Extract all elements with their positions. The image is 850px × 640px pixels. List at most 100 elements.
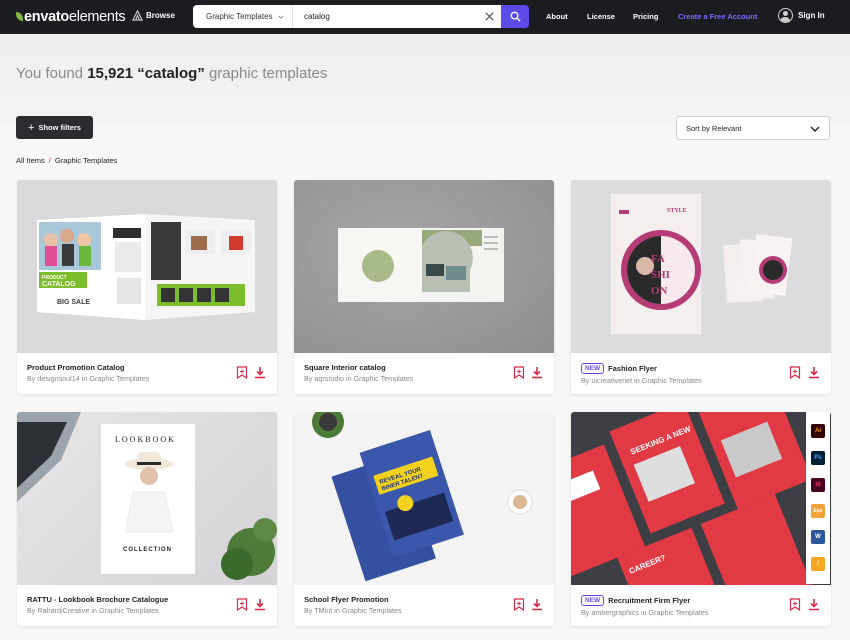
- card-author: By uicreativenet in Graphic Templates: [581, 376, 702, 385]
- bookmark-icon[interactable]: [789, 598, 801, 611]
- results-query: “catalog”: [137, 65, 205, 82]
- download-icon[interactable]: [254, 366, 266, 379]
- author-link[interactable]: aqrstudio: [314, 374, 344, 383]
- chevron-down-icon: [278, 15, 284, 19]
- user-icon: [778, 8, 793, 23]
- thumb-text-collection: COLLECTION: [123, 547, 172, 553]
- card-author: By RahardiCreative in Graphic Templates: [27, 606, 159, 615]
- thumb-text-fashion: FA: [651, 253, 665, 265]
- search-category-select[interactable]: Graphic Templates: [193, 5, 293, 28]
- breadcrumb-graphic-templates[interactable]: Graphic Templates: [55, 156, 117, 165]
- bookmark-icon[interactable]: [789, 366, 801, 379]
- leaf-icon: [16, 12, 23, 21]
- template-card: PRODUCT CATALOG BIG SALE Product Promoti…: [17, 180, 277, 394]
- author-link[interactable]: TMint: [314, 606, 332, 615]
- template-card: LOOKBOOK COLLECTION RATTU - Lookbook Bro…: [17, 412, 277, 626]
- new-badge: NEW: [581, 595, 605, 606]
- results-suffix: graphic templates: [208, 65, 328, 82]
- thumb-text-style: STYLE: [667, 208, 687, 214]
- svg-text:ON: ON: [651, 285, 668, 297]
- nav-about-link[interactable]: About: [546, 12, 568, 21]
- category-link[interactable]: Graphic Templates: [642, 376, 702, 385]
- thumbnail-school-flyer[interactable]: REVEAL YOUR INNER TALENT: [294, 412, 554, 585]
- category-link[interactable]: Graphic Templates: [354, 374, 414, 383]
- top-navbar: envatoelements Browse Graphic Templates …: [0, 0, 850, 34]
- sort-select[interactable]: Sort by Relevant: [676, 116, 830, 140]
- envato-elements-logo[interactable]: envatoelements: [16, 9, 126, 25]
- create-account-link[interactable]: Create a Free Account: [678, 12, 757, 21]
- pages-icon: /: [811, 557, 825, 571]
- results-prefix: You found: [16, 65, 84, 82]
- card-author: By aqrstudio in Graphic Templates: [304, 374, 414, 383]
- template-card: Square Interior catalog By aqrstudio in …: [294, 180, 554, 394]
- category-link[interactable]: Graphic Templates: [342, 606, 402, 615]
- author-link[interactable]: ambergraphics: [591, 608, 639, 617]
- card-author: By designsoul14 in Graphic Templates: [27, 374, 150, 383]
- thumbnail-recruitment-flyer[interactable]: SEEKING A NEW CAREER?: [571, 412, 831, 585]
- bookmark-icon[interactable]: [513, 366, 525, 379]
- download-icon[interactable]: [531, 598, 543, 611]
- card-title[interactable]: School Flyer Promotion: [304, 595, 389, 604]
- sign-in-button[interactable]: Sign In: [778, 8, 825, 23]
- breadcrumb-all-items[interactable]: All Items: [16, 156, 45, 165]
- app-compatibility-strip: Ai Ps Id Eps W /: [806, 412, 830, 584]
- show-filters-label: Show filters: [38, 123, 81, 132]
- bookmark-icon[interactable]: [236, 366, 248, 379]
- results-count: 15,921: [87, 65, 134, 82]
- browse-label: Browse: [146, 11, 175, 20]
- category-link[interactable]: Graphic Templates: [89, 374, 149, 383]
- bookmark-icon[interactable]: [513, 598, 525, 611]
- new-badge: NEW: [581, 363, 605, 374]
- nav-pricing-link[interactable]: Pricing: [633, 12, 658, 21]
- card-author: By ambergraphics in Graphic Templates: [581, 608, 709, 617]
- download-icon[interactable]: [808, 366, 820, 379]
- category-link[interactable]: Graphic Templates: [649, 608, 709, 617]
- photoshop-icon: Ps: [811, 451, 825, 465]
- breadcrumb: All Items / Graphic Templates: [16, 156, 117, 165]
- show-filters-button[interactable]: + Show filters: [16, 116, 93, 139]
- thumbnail-lookbook-brochure[interactable]: LOOKBOOK COLLECTION: [17, 412, 277, 585]
- eps-icon: Eps: [811, 504, 825, 518]
- thumb-text-catalog: CATALOG: [42, 281, 76, 288]
- card-title[interactable]: Product Promotion Catalog: [27, 363, 125, 372]
- card-title[interactable]: RATTU - Lookbook Brochure Catalogue: [27, 595, 168, 604]
- category-link[interactable]: Graphic Templates: [99, 606, 159, 615]
- sort-label: Sort by Relevant: [686, 123, 742, 133]
- card-author: By TMint in Graphic Templates: [304, 606, 402, 615]
- illustrator-icon: Ai: [811, 424, 825, 438]
- bookmark-icon[interactable]: [236, 598, 248, 611]
- svg-text:SHI: SHI: [651, 269, 670, 281]
- page-title: You found 15,921 “catalog” graphic templ…: [16, 65, 327, 82]
- thumbnail-fashion-flyer[interactable]: FA SHI ON STYLE: [571, 180, 831, 353]
- sign-in-label: Sign In: [798, 11, 825, 20]
- nav-license-link[interactable]: License: [587, 12, 615, 21]
- search-input[interactable]: [293, 5, 501, 28]
- thumb-text-big-sale: BIG SALE: [57, 299, 90, 306]
- search-button[interactable]: [501, 5, 529, 28]
- search-icon: [510, 11, 521, 22]
- card-title[interactable]: NEW Recruitment Firm Flyer: [581, 595, 690, 606]
- chevron-down-icon: [810, 126, 820, 132]
- browse-button[interactable]: Browse: [132, 10, 175, 21]
- card-title[interactable]: Square Interior catalog: [304, 363, 386, 372]
- search-category-label: Graphic Templates: [206, 12, 273, 21]
- thumbnail-interior-catalog[interactable]: [294, 180, 554, 353]
- author-link[interactable]: uicreativenet: [591, 376, 632, 385]
- author-link[interactable]: RahardiCreative: [37, 606, 89, 615]
- thumb-text-lookbook: LOOKBOOK: [115, 435, 176, 444]
- download-icon[interactable]: [254, 598, 266, 611]
- template-card: REVEAL YOUR INNER TALENT School Flyer Pr…: [294, 412, 554, 626]
- download-icon[interactable]: [808, 598, 820, 611]
- template-card: FA SHI ON STYLE NEW Fashion Flyer By uicr…: [571, 180, 831, 394]
- card-title[interactable]: NEW Fashion Flyer: [581, 363, 657, 374]
- indesign-icon: Id: [811, 478, 825, 492]
- apps-icon: [132, 10, 143, 21]
- template-card: SEEKING A NEW CAREER? NEW Recruitment Fir…: [571, 412, 831, 626]
- clear-search-icon[interactable]: [484, 11, 495, 22]
- download-icon[interactable]: [531, 366, 543, 379]
- breadcrumb-separator: /: [48, 156, 51, 165]
- word-icon: W: [811, 530, 825, 544]
- author-link[interactable]: designsoul14: [37, 374, 79, 383]
- thumbnail-product-catalog[interactable]: PRODUCT CATALOG BIG SALE: [17, 180, 277, 353]
- plus-icon: +: [28, 121, 35, 134]
